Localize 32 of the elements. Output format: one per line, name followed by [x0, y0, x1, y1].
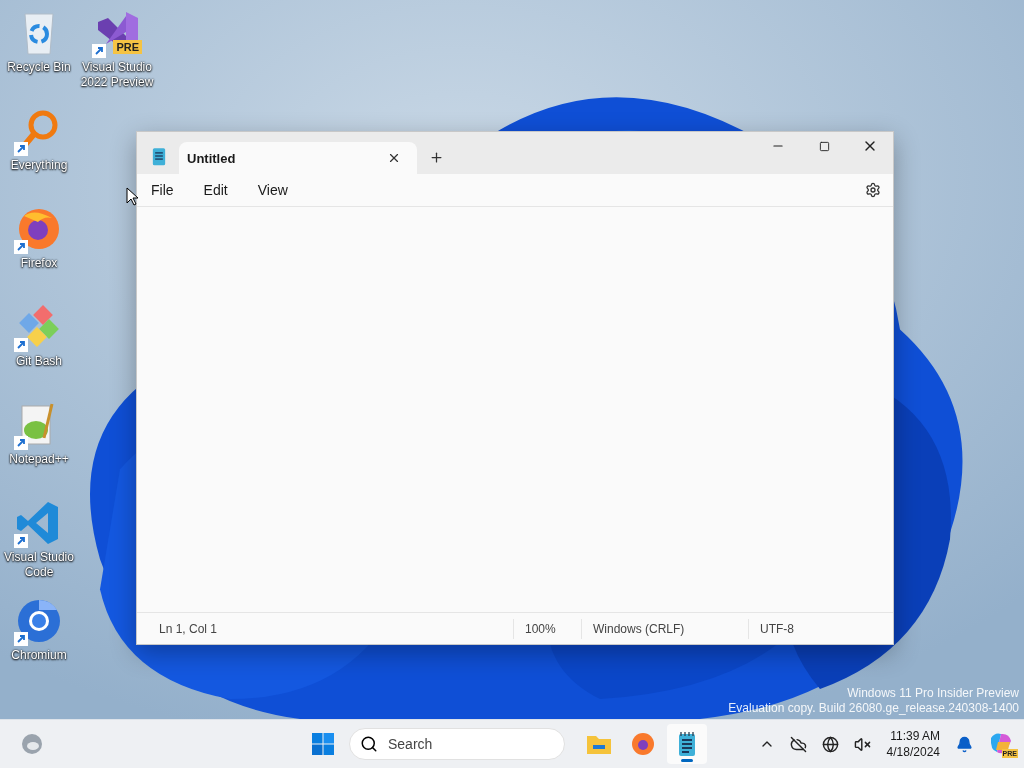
desktop-icon-label[interactable]: Visual Studio Code: [1, 550, 77, 580]
clock-time: 11:39 AM: [890, 728, 940, 744]
search-input[interactable]: Search: [386, 735, 540, 753]
desktop-icon-label[interactable]: Firefox: [1, 256, 77, 271]
notepad-icon: [151, 146, 167, 166]
menu-item[interactable]: File: [141, 178, 184, 202]
notepad-icon: [677, 731, 697, 757]
desktop-icon-label[interactable]: Notepad++: [1, 452, 77, 467]
status-text: 100%: [513, 618, 581, 639]
status-text: Windows (CRLF): [581, 618, 748, 639]
menu-item[interactable]: Edit: [193, 178, 238, 202]
watermark-text: Windows 11 Pro Insider Preview: [847, 686, 1019, 701]
watermark-text: Evaluation copy. Build 26080.ge_release.240308-1400: [728, 701, 1019, 716]
windows-logo-icon: [311, 732, 335, 756]
clock[interactable]: 11:39 AM 4/18/2024: [880, 728, 946, 760]
status-text: Ln 1, Col 1: [158, 620, 219, 638]
folder-icon: [586, 733, 612, 755]
browser-icon: [630, 731, 656, 757]
clock-date: 4/18/2024: [886, 744, 940, 760]
preview-badge: PRE: [113, 40, 142, 54]
status-text: UTF-8: [748, 618, 893, 639]
tab-title: Untitled: [187, 150, 236, 166]
desktop-icon-label[interactable]: Git Bash: [1, 354, 77, 369]
search-icon: [360, 735, 378, 753]
desktop-icon-label[interactable]: Recycle Bin: [1, 60, 77, 75]
desktop-icon-label[interactable]: Chromium: [1, 648, 77, 663]
search-field[interactable]: Search: [349, 728, 565, 760]
menu-item[interactable]: View: [247, 178, 298, 202]
taskbar-app-button[interactable]: [667, 724, 707, 764]
document-tab[interactable]: Untitled: [179, 142, 417, 174]
desktop-icon-label[interactable]: Everything: [1, 158, 77, 173]
desktop-icon-label[interactable]: Visual Studio 2022 Preview: [79, 60, 155, 90]
